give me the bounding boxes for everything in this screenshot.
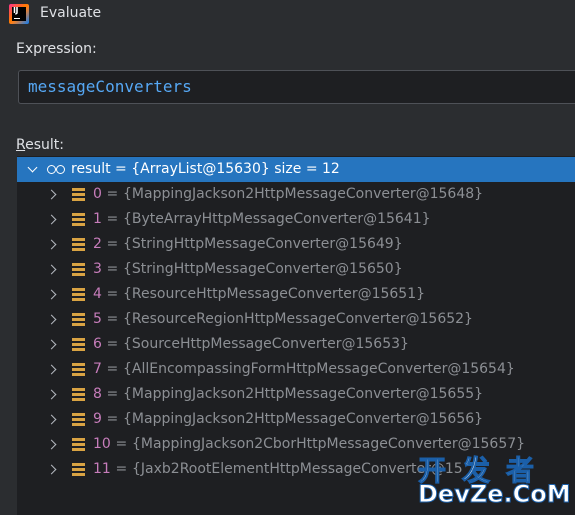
tree-row[interactable]: 2 = {StringHttpMessageConverter@15649} [17,232,575,257]
item-index: 11 [93,461,111,477]
chevron-down-icon[interactable] [27,162,38,173]
item-value: {AllEncompassingFormHttpMessageConverter… [123,361,515,377]
item-value: {ResourceRegionHttpMessageConverter@1565… [123,311,473,327]
item-index: 6 [93,336,102,352]
watch-glasses-icon [47,165,67,175]
result-label-mnemonic: R [16,137,26,153]
chevron-right-icon[interactable] [46,439,57,450]
item-index: 2 [93,236,102,252]
result-label: Result: [16,137,64,153]
item-value: {MappingJackson2HttpMessageConverter@156… [123,186,484,202]
intellij-idea-icon [9,4,29,24]
tree-row[interactable]: 6 = {SourceHttpMessageConverter@15653} [17,332,575,357]
field-list-icon [72,413,87,426]
expression-label: Expression: [16,41,97,57]
field-list-icon [72,263,87,276]
item-index: 3 [93,261,102,277]
tree-row-root[interactable]: result = {ArrayList@15630} size = 12 [17,157,575,182]
item-separator: = [102,261,123,277]
tree-row[interactable]: 9 = {MappingJackson2HttpMessageConverter… [17,407,575,432]
chevron-right-icon[interactable] [46,239,57,250]
title-bar[interactable]: Evaluate [0,0,575,32]
item-index: 10 [93,436,111,452]
tree-row[interactable]: 0 = {MappingJackson2HttpMessageConverter… [17,182,575,207]
item-index: 4 [93,286,102,302]
field-list-icon [72,388,87,401]
item-separator: = [111,436,132,452]
chevron-right-icon[interactable] [46,464,57,475]
item-index: 8 [93,386,102,402]
field-list-icon [72,313,87,326]
watermark-line2: DevZe.CoM [418,480,572,509]
chevron-right-icon[interactable] [46,289,57,300]
chevron-right-icon[interactable] [46,264,57,275]
item-separator: = [102,411,123,427]
result-label-rest: esult: [25,137,64,153]
field-list-icon [72,438,87,451]
tree-row[interactable]: 8 = {MappingJackson2HttpMessageConverter… [17,382,575,407]
field-list-icon [72,363,87,376]
item-index: 9 [93,411,102,427]
item-separator: = [102,186,123,202]
expression-value[interactable]: messageConverters [28,77,192,96]
window-title: Evaluate [40,5,102,21]
item-separator: = [102,236,123,252]
field-list-icon [72,463,87,476]
tree-row[interactable]: 4 = {ResourceHttpMessageConverter@15651} [17,282,575,307]
item-separator: = [111,461,132,477]
watermark: 开发者 DevZe.CoM [416,449,575,515]
field-list-icon [72,338,87,351]
tree-row[interactable]: 3 = {StringHttpMessageConverter@15650} [17,257,575,282]
item-index: 0 [93,186,102,202]
field-list-icon [72,238,87,251]
chevron-right-icon[interactable] [46,189,57,200]
item-separator: = [102,336,123,352]
item-separator: = [102,311,123,327]
item-separator: = [102,361,123,377]
item-value: {MappingJackson2HttpMessageConverter@156… [123,386,484,402]
item-value: {StringHttpMessageConverter@15649} [123,236,403,252]
item-index: 7 [93,361,102,377]
field-list-icon [72,213,87,226]
chevron-right-icon[interactable] [46,414,57,425]
item-index: 1 [93,211,102,227]
item-index: 5 [93,311,102,327]
item-separator: = [102,211,123,227]
item-value: {StringHttpMessageConverter@15650} [123,261,403,277]
item-value: {ResourceHttpMessageConverter@15651} [123,286,426,302]
item-value: {SourceHttpMessageConverter@15653} [123,336,409,352]
tree-row[interactable]: 1 = {ByteArrayHttpMessageConverter@15641… [17,207,575,232]
item-value: {Jaxb2RootElementHttpMessageConverter@15 [132,461,463,477]
expression-input[interactable]: messageConverters [18,70,575,104]
chevron-right-icon[interactable] [46,214,57,225]
chevron-right-icon[interactable] [46,364,57,375]
chevron-right-icon[interactable] [46,314,57,325]
chevron-right-icon[interactable] [46,389,57,400]
field-list-icon [72,188,87,201]
item-value: {MappingJackson2HttpMessageConverter@156… [123,411,484,427]
field-list-icon [72,288,87,301]
root-node-text: result = {ArrayList@15630} size = 12 [71,161,340,177]
tree-row[interactable]: 7 = {AllEncompassingFormHttpMessageConve… [17,357,575,382]
item-value: {ByteArrayHttpMessageConverter@15641} [123,211,431,227]
tree-row[interactable]: 5 = {ResourceRegionHttpMessageConverter@… [17,307,575,332]
item-separator: = [102,286,123,302]
chevron-right-icon[interactable] [46,339,57,350]
item-separator: = [102,386,123,402]
